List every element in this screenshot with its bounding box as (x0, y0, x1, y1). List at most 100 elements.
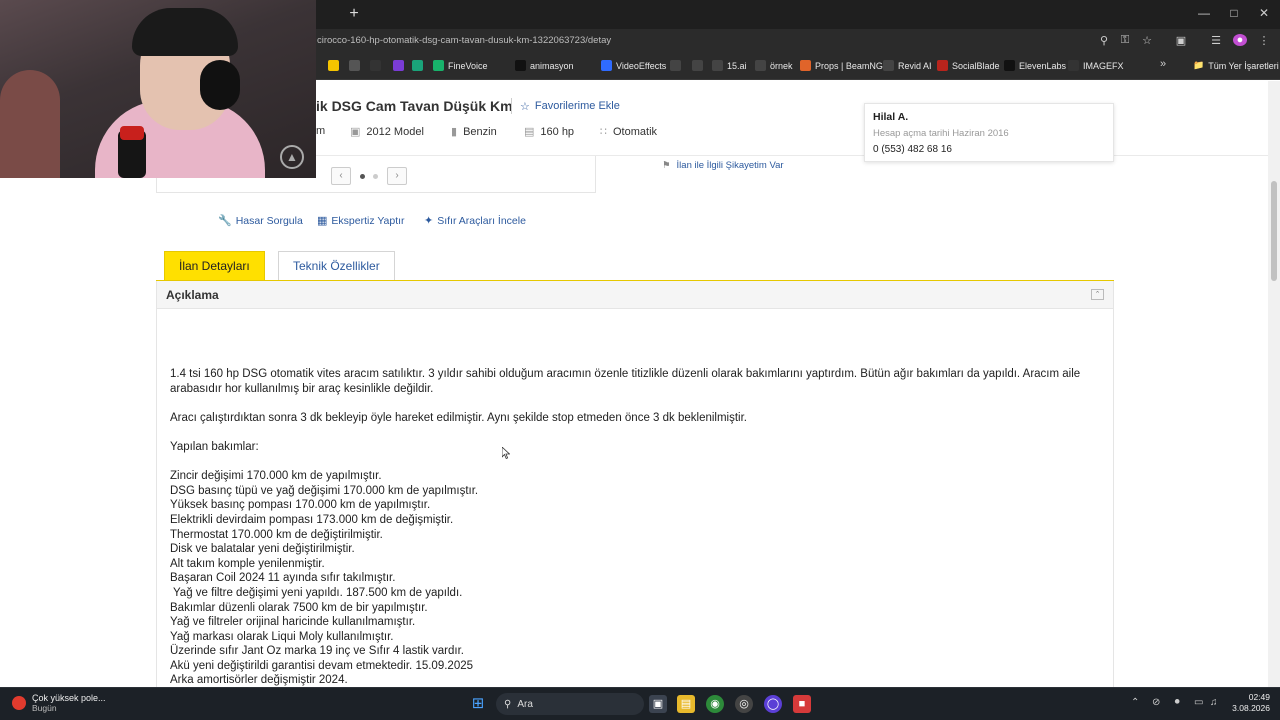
maintenance-line: Arka amortisörler değişmiştir 2024. (170, 674, 348, 687)
password-key-icon[interactable]: ⚿ (1118, 34, 1132, 47)
url-text[interactable]: cirocco-160-hp-otomatik-dsg-cam-tavan-du… (317, 35, 611, 46)
elevenlabs-icon (1004, 60, 1015, 71)
minimize-icon[interactable]: — (1194, 6, 1214, 20)
profile-avatar[interactable]: ● (1233, 34, 1247, 46)
clock-time: 02:49 (1248, 692, 1270, 702)
more-bookmarks-button[interactable]: » (1160, 58, 1166, 70)
zoom-icon[interactable]: ⚲ (1097, 34, 1111, 47)
seller-name[interactable]: Hilal A. (873, 111, 1105, 123)
bookmark-item[interactable] (370, 60, 381, 71)
app-red-icon[interactable]: ■ (793, 695, 811, 713)
info-model: ▣ 2012 Model (350, 125, 424, 139)
gallery-dot-active[interactable] (360, 174, 365, 179)
maintenance-line: Zincir değişimi 170.000 km de yapılmıştı… (170, 470, 382, 483)
tab-ilan-detaylari[interactable]: İlan Detayları (164, 251, 265, 281)
start-icon[interactable]: ⊞ (469, 695, 487, 713)
extensions-icon[interactable]: ▣ (1174, 34, 1188, 47)
bb-icon (670, 60, 681, 71)
bookmark-item[interactable]: animasyon (515, 60, 574, 71)
x-icon (692, 60, 703, 71)
fuel-value: Benzin (463, 125, 497, 138)
gallery-dot[interactable] (373, 174, 378, 179)
bookmark-item[interactable]: FineVoice (433, 60, 488, 71)
tool-icon (712, 60, 723, 71)
maintenance-line: Yağ markası olarak Liqui Moly kullanılmı… (170, 630, 394, 643)
maximize-icon[interactable]: □ (1224, 6, 1244, 20)
maintenance-line: Başaran Coil 2024 11 ayında sıfır takılm… (170, 572, 396, 585)
weather-widget[interactable]: Çok yüksek pole... Bugün (12, 693, 106, 713)
bookmark-item[interactable]: SocialBlade (937, 60, 1000, 71)
play-icon (393, 60, 404, 71)
network-off-icon[interactable]: ⊘ (1152, 697, 1160, 708)
hasar-sorgula-link[interactable]: 🔧 Hasar Sorgula (218, 214, 303, 228)
bookmark-item[interactable]: 15.ai (712, 60, 747, 71)
complaint-link[interactable]: ⚑ İlan ile İlgili Şikayetim Var (662, 160, 784, 171)
collapse-icon[interactable]: ⌃ (1091, 289, 1104, 300)
bookmark-item[interactable] (393, 60, 404, 71)
description-body: 1.4 tsi 160 hp DSG otomatik vites aracım… (157, 309, 1113, 688)
sifir-araclar-link[interactable]: ✦ Sıfır Araçları İncele (424, 214, 526, 228)
windows-taskbar: Çok yüksek pole... Bugün ⊞ ⚲ Ara ▣ ▤ ◉ ◎… (0, 687, 1280, 720)
bookmark-item[interactable]: IMAGEFX (1068, 60, 1124, 71)
file-explorer-icon[interactable]: ▤ (677, 695, 695, 713)
microphone-icon[interactable]: ⚫ (1173, 697, 1181, 708)
description-heading: Açıklama (166, 287, 219, 302)
app-circle-icon[interactable]: ◯ (764, 695, 782, 713)
favorite-label: Favorilerime Ekle (534, 100, 620, 112)
bookmark-item[interactable]: Revid AI (883, 60, 932, 71)
bookmark-label: Props | BeamNG (815, 60, 883, 71)
bookmark-item[interactable]: VideoEffects (601, 60, 666, 71)
gallery-next-button[interactable]: › (387, 167, 407, 185)
menu-icon[interactable]: ⋮ (1257, 34, 1271, 47)
tray-chevron-icon[interactable]: ⌃ (1131, 697, 1139, 708)
chrome-icon[interactable]: ◉ (706, 695, 724, 713)
bookmark-item[interactable] (670, 60, 681, 71)
seller-phone[interactable]: 0 (553) 482 68 16 (873, 144, 1105, 155)
obs-icon[interactable]: ◎ (735, 695, 753, 713)
bookmark-item[interactable]: örnek (755, 60, 793, 71)
close-icon[interactable]: ✕ (1254, 6, 1274, 20)
favorite-button[interactable]: ☆ Favorilerime Ekle (511, 98, 620, 114)
all-bookmarks-folder[interactable]: 📁 Tüm Yer İşaretleri (1193, 60, 1279, 71)
bookmark-star-icon[interactable]: ☆ (1140, 34, 1154, 47)
stream-logo-icon: ▲ (280, 145, 304, 169)
beamng-icon (800, 60, 811, 71)
flag-icon: ⚑ (662, 160, 671, 171)
report-icon: ▦ (317, 215, 328, 227)
imagefx-icon (1068, 60, 1079, 71)
hasar-label: Hasar Sorgula (235, 214, 303, 227)
maintenance-line: Bakımlar düzenli olarak 7500 km de bir y… (170, 601, 428, 614)
clock[interactable]: 02:49 3.08.2026 (1226, 692, 1270, 714)
search-label: Ara (517, 698, 533, 710)
maintenance-line: Elektrikli devirdaim pompası 173.000 km … (170, 513, 454, 526)
bookmark-item[interactable] (328, 60, 339, 71)
maintenance-line: Yağ ve filtreler orijinal haricinde kull… (170, 616, 416, 629)
taskbar-search[interactable]: ⚲ Ara (496, 693, 644, 715)
media-icon[interactable]: ☰ (1209, 34, 1223, 47)
volume-icon[interactable]: ♫ (1210, 697, 1218, 708)
new-tab-button[interactable]: + (345, 5, 363, 23)
bookmark-item[interactable] (349, 60, 360, 71)
km-value: m (316, 125, 326, 137)
page-scrollbar[interactable] (1268, 81, 1280, 687)
info-fuel: ▮ Benzin (451, 125, 497, 139)
bookmark-item[interactable] (692, 60, 703, 71)
bookmark-item[interactable]: ElevenLabs (1004, 60, 1066, 71)
bookmark-item[interactable]: Props | BeamNG (800, 60, 883, 71)
tab-teknik-ozellikler[interactable]: Teknik Özellikler (278, 251, 395, 281)
gallery-prev-button[interactable]: ‹ (331, 167, 351, 185)
bookmark-label: animasyon (530, 60, 574, 71)
bookmark-item[interactable] (412, 60, 423, 71)
display-icon[interactable]: ▭ (1194, 697, 1203, 708)
description-panel: Açıklama ⌃ 1.4 tsi 160 hp DSG otomatik v… (156, 281, 1114, 687)
alien-icon (349, 60, 360, 71)
webcam-person-hat (132, 8, 238, 56)
ekspertiz-link[interactable]: ▦ Ekspertiz Yaptır (317, 214, 405, 228)
v-icon (601, 60, 612, 71)
scrollbar-thumb[interactable] (1271, 181, 1277, 281)
maintenance-line: Alt takım komple yenilenmiştir. (170, 557, 325, 570)
clock-date: 3.08.2026 (1232, 703, 1270, 713)
bookmark-label: IMAGEFX (1083, 60, 1124, 71)
task-view-icon[interactable]: ▣ (649, 695, 667, 713)
power-value: 160 hp (540, 125, 575, 138)
